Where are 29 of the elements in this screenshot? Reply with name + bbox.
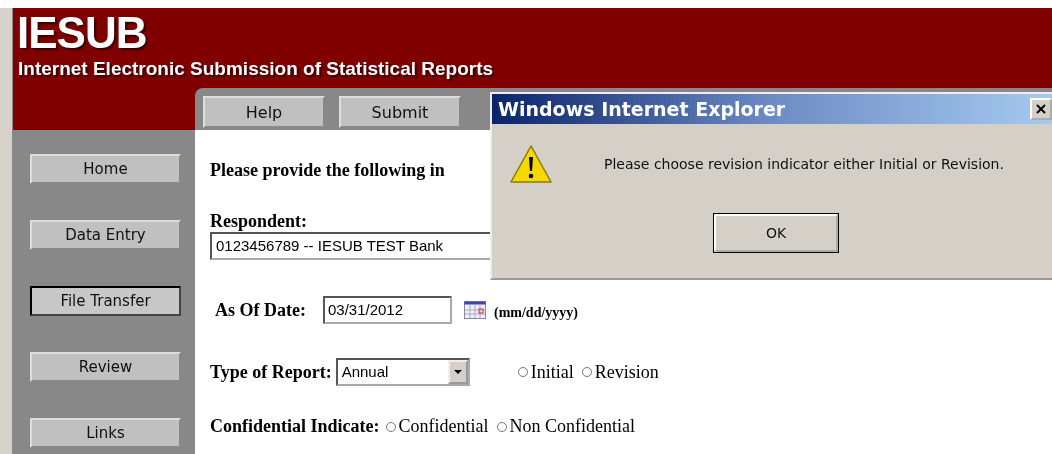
- dropdown-arrow-icon[interactable]: [453, 370, 462, 374]
- submit-button[interactable]: Submit: [339, 96, 461, 128]
- site-title: IESUB: [16, 12, 148, 54]
- nav-button[interactable]: File Transfer: [30, 286, 181, 316]
- warning-icon: [510, 144, 552, 184]
- instruction-text: Please provide the following in: [210, 160, 445, 181]
- ok-button[interactable]: OK: [714, 214, 838, 252]
- nav-button[interactable]: Review: [30, 352, 181, 382]
- nav-button[interactable]: Data Entry: [30, 220, 181, 250]
- calendar-icon[interactable]: [464, 301, 486, 319]
- radio-option[interactable]: Initial: [517, 361, 574, 383]
- field-label: Confidential Indicate:: [210, 416, 380, 437]
- radio-option[interactable]: Confidential: [385, 416, 489, 437]
- nav-button[interactable]: Links: [30, 418, 181, 448]
- close-button[interactable]: [1030, 98, 1052, 120]
- field-label: Respondent:: [210, 211, 308, 232]
- dialog-title: Windows Internet Explorer: [498, 98, 786, 120]
- nav-button[interactable]: Home: [30, 154, 181, 184]
- close-icon: [1036, 104, 1046, 114]
- date-field[interactable]: 03/31/2012: [323, 296, 452, 324]
- field-label: Type of Report:: [210, 361, 332, 383]
- site-subtitle: Internet Electronic Submission of Statistical Reports: [17, 58, 495, 80]
- dialog-message: Please choose revision indicator either Initial or Revision.: [604, 156, 1004, 172]
- format-hint: (mm/dd/yyyy): [494, 305, 578, 321]
- field-label: As Of Date:: [215, 299, 306, 321]
- radio-option[interactable]: Revision: [581, 361, 659, 383]
- radio-option[interactable]: Non Confidential: [496, 416, 635, 437]
- help-button[interactable]: Help: [203, 96, 325, 128]
- report-type-dropdown[interactable]: Annual: [335, 358, 470, 386]
